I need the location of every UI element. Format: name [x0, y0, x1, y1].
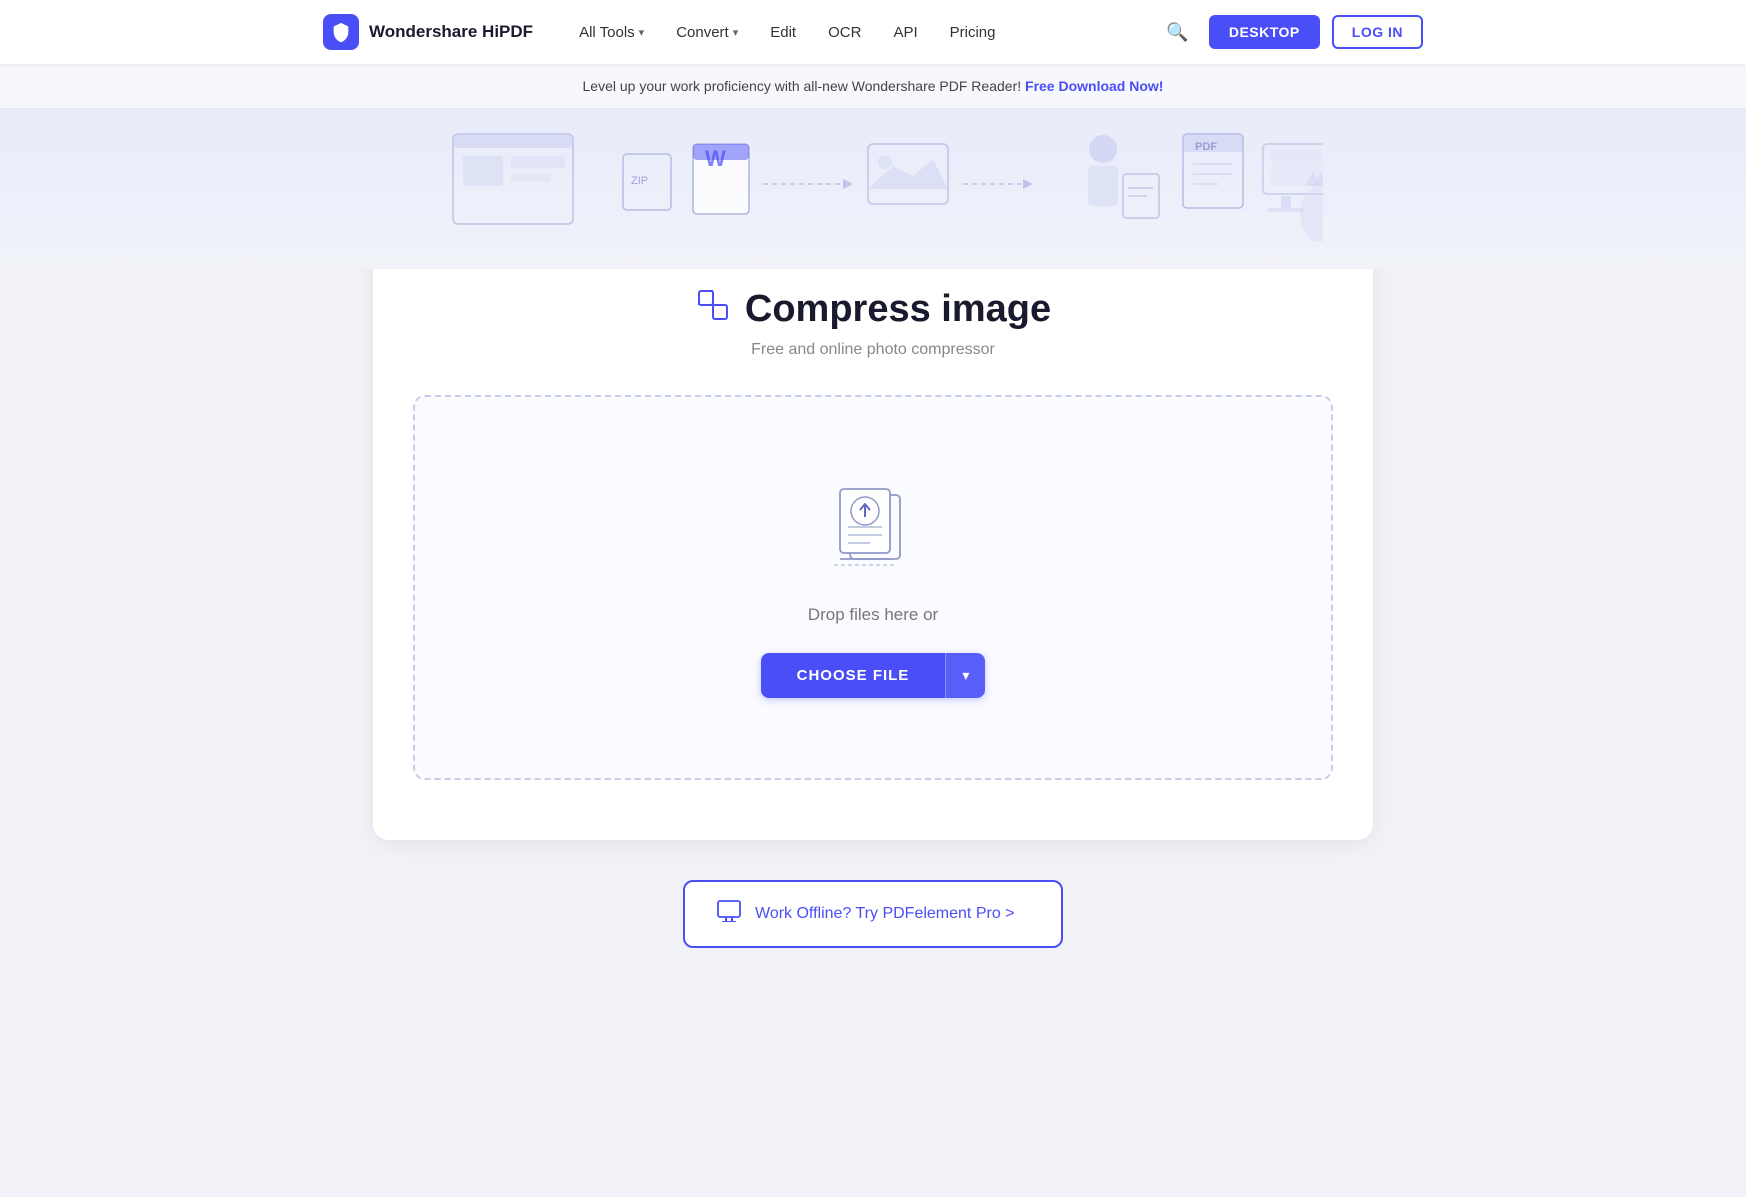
monitor-icon	[717, 900, 741, 928]
nav-api[interactable]: API	[879, 16, 931, 49]
offline-text: Work Offline? Try PDFelement Pro >	[755, 905, 1015, 923]
nav-pricing[interactable]: Pricing	[936, 16, 1010, 49]
tool-header: Compress image Free and online photo com…	[413, 287, 1333, 359]
nav-edit[interactable]: Edit	[756, 16, 810, 49]
nav-all-tools[interactable]: All Tools ▾	[565, 16, 658, 49]
offline-banner[interactable]: Work Offline? Try PDFelement Pro >	[683, 880, 1063, 948]
hero-illustration: ZIP W PDF	[423, 114, 1323, 264]
desktop-button[interactable]: DESKTOP	[1209, 15, 1320, 49]
main-content: Compress image Free and online photo com…	[0, 269, 1746, 1008]
svg-text:ZIP: ZIP	[631, 175, 648, 187]
nav-links: All Tools ▾ Convert ▾ Edit OCR API Prici…	[565, 16, 1126, 49]
drop-zone[interactable]: Drop files here or CHOOSE FILE ▾	[413, 395, 1333, 780]
monitor-svg-icon	[717, 900, 741, 922]
all-tools-chevron-icon: ▾	[639, 26, 645, 39]
tool-title: Compress image	[413, 287, 1333, 331]
convert-chevron-icon: ▾	[733, 26, 739, 39]
choose-file-button-wrap: CHOOSE FILE ▾	[761, 653, 986, 698]
svg-text:PDF: PDF	[1195, 141, 1217, 153]
svg-text:W: W	[705, 146, 726, 171]
drop-text: Drop files here or	[808, 605, 938, 625]
compress-icon	[695, 287, 731, 331]
dropdown-arrow-icon: ▾	[962, 667, 969, 683]
nav-convert[interactable]: Convert ▾	[662, 16, 752, 49]
brand-name: Wondershare HiPDF	[369, 22, 533, 42]
nav-ocr[interactable]: OCR	[814, 16, 875, 49]
search-icon: 🔍	[1166, 22, 1188, 42]
tool-card: Compress image Free and online photo com…	[373, 239, 1373, 840]
upload-icon	[818, 477, 928, 577]
logo-icon	[323, 14, 359, 50]
upload-icon-wrap	[818, 477, 928, 577]
nav-right: 🔍 DESKTOP LOG IN	[1158, 14, 1423, 51]
banner-link[interactable]: Free Download Now!	[1025, 78, 1163, 94]
logo[interactable]: Wondershare HiPDF	[323, 14, 533, 50]
compress-svg-icon	[695, 287, 731, 323]
tool-subtitle: Free and online photo compressor	[413, 341, 1333, 359]
hipdf-logo-svg	[330, 21, 352, 43]
login-button[interactable]: LOG IN	[1332, 15, 1423, 49]
choose-file-button[interactable]: CHOOSE FILE	[761, 653, 946, 698]
hero-background: ZIP W PDF	[0, 109, 1746, 269]
search-button[interactable]: 🔍	[1158, 14, 1196, 51]
navbar: Wondershare HiPDF All Tools ▾ Convert ▾ …	[0, 0, 1746, 64]
promo-banner: Level up your work proficiency with all-…	[0, 64, 1746, 109]
choose-file-dropdown[interactable]: ▾	[945, 653, 985, 698]
